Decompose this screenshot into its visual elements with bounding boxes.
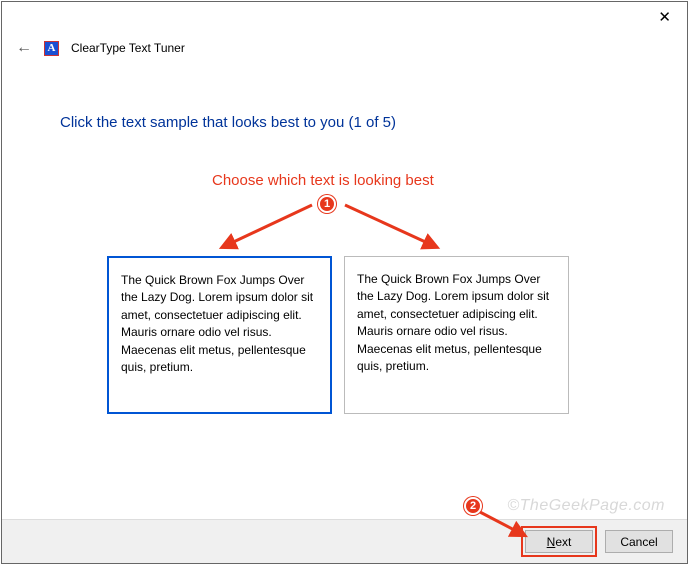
instruction-text: Click the text sample that looks best to… (60, 114, 396, 131)
text-sample-1[interactable]: The Quick Brown Fox Jumps Over the Lazy … (107, 256, 332, 414)
window-frame: ✕ ← A ClearType Text Tuner Click the tex… (1, 1, 688, 564)
watermark-text: ©TheGeekPage.com (507, 497, 665, 515)
sample-container: The Quick Brown Fox Jumps Over the Lazy … (107, 256, 569, 414)
annotation-badge-1: 1 (318, 195, 336, 213)
footer-bar: Next Cancel (2, 519, 687, 563)
annotation-arrow-left-icon (212, 197, 322, 257)
annotation-arrow-right-icon (337, 197, 447, 257)
close-icon[interactable]: ✕ (658, 10, 671, 25)
next-button-accel: N (547, 535, 556, 549)
text-sample-2[interactable]: The Quick Brown Fox Jumps Over the Lazy … (344, 256, 569, 414)
cancel-button[interactable]: Cancel (605, 530, 673, 553)
annotation-text: Choose which text is looking best (212, 172, 434, 189)
next-button-highlight: Next (521, 526, 597, 557)
page-title: ClearType Text Tuner (71, 41, 185, 55)
header: ← A ClearType Text Tuner (16, 40, 185, 56)
app-icon: A (44, 41, 59, 56)
back-arrow-icon[interactable]: ← (16, 40, 32, 56)
next-button-rest: ext (555, 535, 571, 549)
annotation-badge-2: 2 (464, 497, 482, 515)
next-button[interactable]: Next (525, 530, 593, 553)
